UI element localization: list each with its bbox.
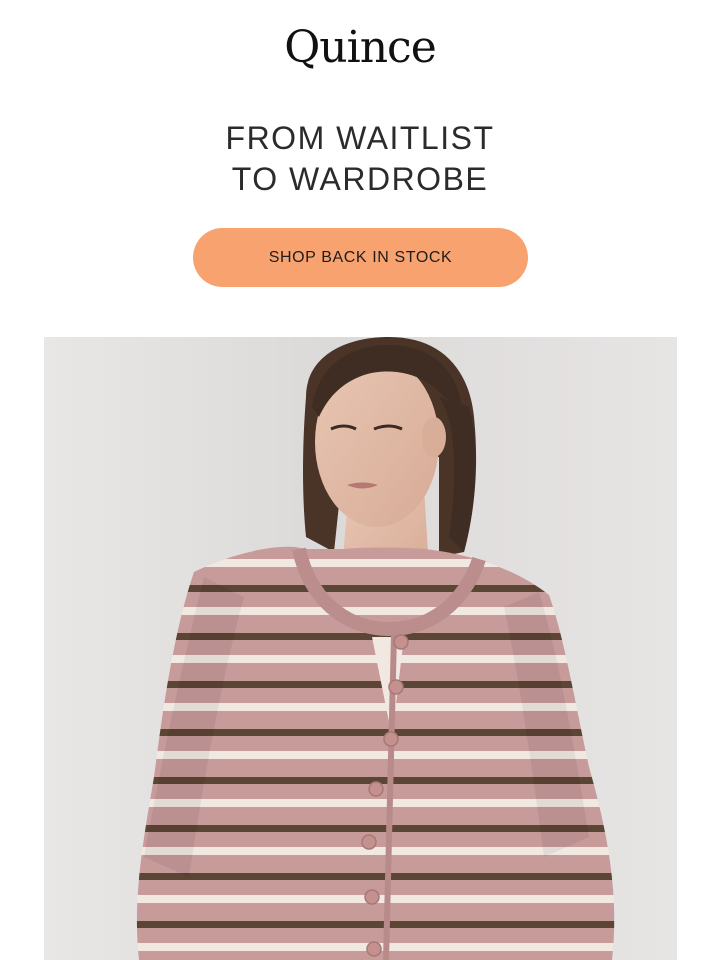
hero-image[interactable] [44,337,677,960]
shop-back-in-stock-button[interactable]: SHOP BACK IN STOCK [193,228,528,287]
model-cardigan-illustration [44,337,677,960]
brand-logo[interactable]: Quince [0,22,720,73]
headline: FROM WAITLIST TO WARDROBE [0,118,720,200]
headline-line-2: TO WARDROBE [231,161,489,197]
email-page: Quince FROM WAITLIST TO WARDROBE SHOP BA… [0,0,720,960]
headline-line-1: FROM WAITLIST [225,120,495,156]
